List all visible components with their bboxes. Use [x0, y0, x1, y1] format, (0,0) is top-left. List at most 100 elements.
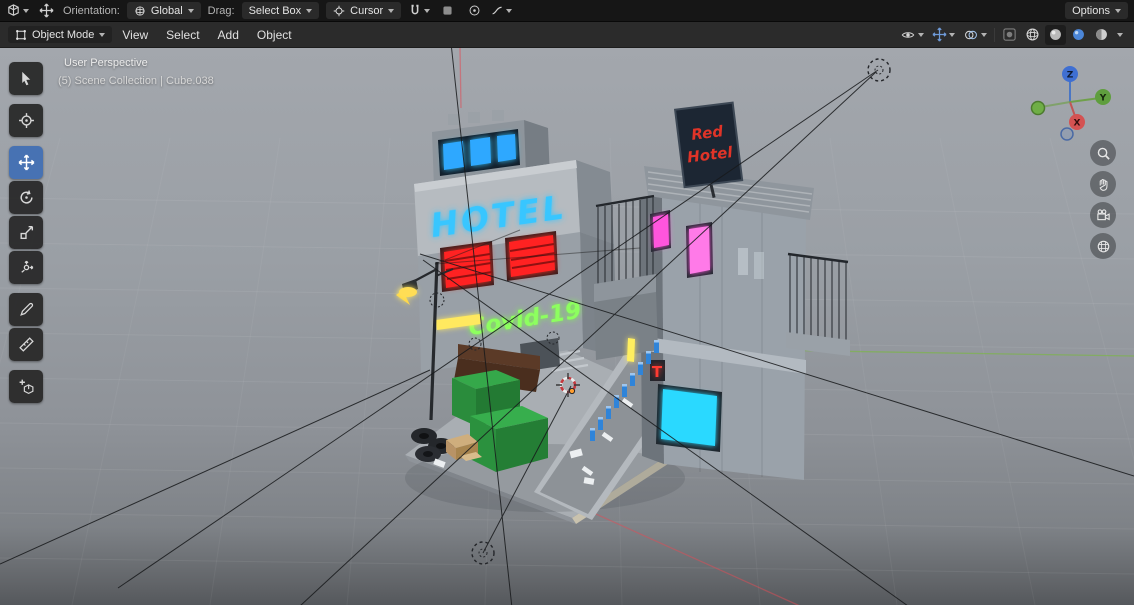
editor-type-button[interactable]	[6, 2, 29, 20]
object-mode-icon	[16, 29, 26, 40]
globe-icon	[135, 5, 145, 16]
drag-dropdown[interactable]: Select Box	[241, 2, 320, 19]
view-name-label: User Perspective	[64, 57, 148, 69]
topbar: Orientation: Global Drag: Select Box Cur…	[0, 0, 1134, 22]
scene-canvas[interactable]: HOTEL Covid-19 Red Hotel T	[0, 48, 1134, 605]
cursor-value: Cursor	[350, 4, 384, 17]
transform-tool-icon	[20, 260, 33, 273]
axis-y-label: Y	[1099, 94, 1107, 104]
chevron-down-icon	[949, 32, 955, 37]
cyan-storefront[interactable]	[656, 384, 722, 452]
chevron-down-icon	[306, 8, 313, 13]
empty-sphere-top[interactable]	[867, 58, 891, 82]
nav-axis-gizmo[interactable]: Z Y X	[1024, 58, 1120, 146]
material-sphere-icon	[1073, 29, 1084, 40]
chevron-down-icon	[506, 8, 513, 13]
solid-sphere-icon	[1050, 29, 1061, 40]
hotel-red-window-left[interactable]	[440, 241, 494, 292]
chevron-down-icon	[1115, 8, 1121, 13]
render-pass-icon	[1003, 28, 1016, 41]
mode-dropdown[interactable]: Object Mode	[8, 26, 113, 43]
move-icon	[39, 3, 53, 18]
menu-add[interactable]: Add	[210, 26, 247, 44]
x-axis-line-top	[459, 48, 462, 109]
object-origin-dot[interactable]	[568, 387, 576, 395]
camera-icon	[1096, 208, 1110, 220]
eye-icon	[901, 31, 915, 38]
tool-transform[interactable]	[9, 251, 43, 284]
tool-move[interactable]	[9, 146, 43, 179]
falloff-circle-icon	[469, 5, 480, 16]
axis-x-label: X	[1074, 119, 1081, 129]
axis-neg-z-ball[interactable]	[1060, 127, 1074, 141]
overlays-dropdown[interactable]	[960, 25, 990, 45]
menu-view[interactable]: View	[114, 26, 156, 44]
viewport-header: Object Mode View Select Add Object	[0, 22, 1134, 48]
gizmos-dropdown[interactable]	[929, 25, 958, 45]
axis-z-label: Z	[1067, 71, 1074, 81]
proportional-editing-button[interactable]	[437, 2, 457, 20]
tool-scale[interactable]	[9, 216, 43, 249]
shading-options-dropdown[interactable]	[1114, 25, 1126, 45]
pink-window-1[interactable]	[650, 210, 671, 252]
tool-annotate[interactable]	[9, 293, 43, 326]
cursor-dropdown[interactable]: Cursor	[326, 2, 402, 19]
falloff-button[interactable]	[464, 2, 484, 20]
viewport-3d[interactable]: HOTEL Covid-19 Red Hotel T User Perspect…	[0, 48, 1134, 605]
curve-icon	[492, 6, 502, 15]
snap-button[interactable]	[408, 2, 431, 20]
annotate-pen-icon	[19, 302, 33, 316]
hotel-building[interactable]: HOTEL Covid-19	[396, 110, 617, 372]
shading-wireframe-button[interactable]	[1022, 25, 1043, 45]
viewport-editor-icon	[8, 4, 19, 16]
chevron-down-icon	[981, 32, 987, 37]
pink-window-2[interactable]	[686, 222, 713, 278]
orientation-dropdown[interactable]: Global	[126, 2, 201, 19]
small-red-sign[interactable]: T	[652, 363, 663, 381]
tool-measure[interactable]	[9, 328, 43, 361]
falloff-curve-dropdown[interactable]	[491, 2, 513, 20]
options-dropdown[interactable]: Options	[1065, 2, 1128, 19]
tool-cursor[interactable]	[9, 104, 43, 137]
ortho-grid-icon	[1097, 240, 1109, 252]
menu-object[interactable]: Object	[249, 26, 300, 44]
ortho-toggle-button[interactable]	[1090, 233, 1116, 259]
header-separator	[994, 27, 995, 42]
pan-button[interactable]	[1090, 171, 1116, 197]
orientation-value: Global	[150, 4, 183, 17]
shading-solid-button[interactable]	[1045, 24, 1066, 45]
chevron-down-icon	[1117, 32, 1123, 37]
lamp-glow	[399, 287, 417, 297]
hand-icon	[1099, 178, 1107, 191]
scale-tool-icon	[19, 225, 33, 240]
wireframe-sphere-icon	[1026, 28, 1039, 41]
shading-material-button[interactable]	[1068, 25, 1089, 45]
cursor-tool-icon	[18, 113, 34, 128]
visibility-dropdown[interactable]	[897, 25, 927, 45]
tool-add-cube[interactable]	[9, 370, 43, 403]
measure-ruler-icon	[18, 337, 34, 352]
menu-select[interactable]: Select	[158, 26, 207, 44]
chevron-down-icon	[99, 32, 106, 37]
drag-label: Drag:	[207, 4, 235, 17]
chevron-down-icon	[187, 8, 194, 13]
collection-breadcrumb: (5) Scene Collection | Cube.038	[58, 75, 214, 87]
shading-rendered-button[interactable]	[1091, 25, 1112, 45]
axis-neg-y-ball[interactable]	[1030, 100, 1046, 116]
rendered-sphere-icon	[1096, 29, 1107, 40]
cursor-crosshair-icon	[333, 5, 345, 16]
select-arrow-icon	[21, 71, 30, 86]
render-pass-button[interactable]	[999, 25, 1020, 45]
chevron-down-icon	[388, 8, 395, 13]
magnet-icon	[411, 4, 419, 14]
tool-rotate[interactable]	[9, 181, 43, 214]
add-cube-icon	[19, 379, 33, 395]
tower-yellow-tube[interactable]	[627, 338, 635, 362]
tool-select-box[interactable]	[9, 62, 43, 95]
chevron-down-icon	[424, 8, 431, 13]
drag-value: Select Box	[248, 4, 302, 17]
chevron-down-icon	[918, 32, 924, 37]
camera-view-button[interactable]	[1090, 202, 1116, 228]
magnifier-icon	[1097, 147, 1110, 160]
zoom-button[interactable]	[1090, 140, 1116, 166]
